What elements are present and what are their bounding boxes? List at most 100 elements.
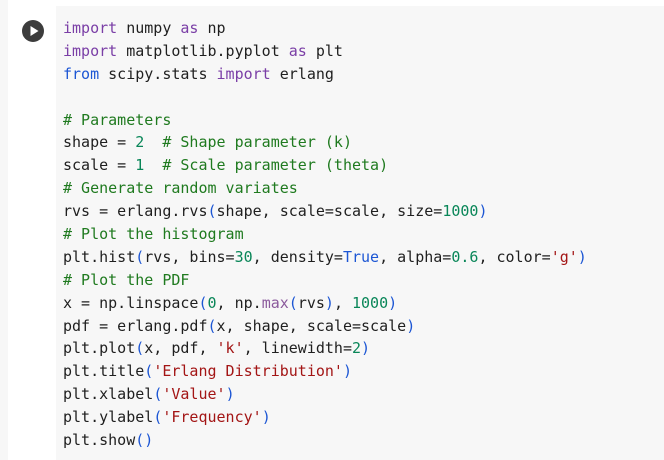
- code-token: from: [63, 64, 100, 83]
- code-line: # Generate random variates: [63, 177, 587, 200]
- code-line: plt.title('Erlang Distribution'): [63, 360, 587, 383]
- code-token: scipy.stats: [99, 64, 217, 83]
- code-token: 'k': [216, 339, 244, 358]
- code-token: rvs, bins=: [144, 247, 235, 266]
- code-token: (: [198, 293, 208, 312]
- code-token: x = np.linspace: [63, 293, 199, 312]
- code-token: (): [135, 431, 154, 450]
- code-token: (: [135, 339, 145, 358]
- code-line: plt.plot(x, pdf, 'k', linewidth=2): [63, 337, 587, 360]
- code-token: as: [180, 19, 199, 37]
- code-token: (: [153, 408, 163, 427]
- code-token: plt.show: [63, 431, 136, 450]
- code-line: plt.show(): [63, 429, 587, 452]
- cell-gutter: [0, 0, 8, 460]
- code-token: plt.hist: [63, 247, 136, 266]
- code-token: 'g': [550, 247, 578, 266]
- code-token: max: [261, 293, 289, 312]
- code-token: plt.title: [63, 362, 145, 381]
- code-token: 2: [352, 339, 362, 358]
- code-editor[interactable]: import numpy as np import matplotlib.pypl…: [63, 17, 587, 452]
- code-token: # Plot the histogram: [63, 225, 244, 244]
- code-token: plt.xlabel: [63, 385, 154, 404]
- code-token: , linewidth=: [243, 339, 352, 358]
- code-token: 'Erlang Distribution': [153, 362, 343, 381]
- code-token: plt.plot: [63, 339, 136, 358]
- code-token: import: [63, 19, 118, 37]
- code-token: 0.6: [451, 247, 479, 266]
- code-line: scale = 1 # Scale parameter (theta): [63, 154, 587, 177]
- code-token: ): [342, 362, 352, 381]
- code-token: 2: [135, 133, 145, 152]
- code-token: matplotlib.pyplot: [117, 41, 289, 60]
- code-token: scale =: [63, 156, 136, 175]
- code-line: # Plot the histogram: [63, 223, 587, 246]
- code-token: plt: [306, 41, 343, 60]
- run-cell-button[interactable]: [22, 20, 44, 42]
- code-token: # Generate random variates: [63, 179, 298, 198]
- code-token: pdf = erlang.pdf: [63, 316, 208, 335]
- code-token: ): [388, 293, 398, 312]
- code-token: 1000: [352, 293, 389, 312]
- code-token: ): [361, 339, 371, 358]
- code-token: ): [478, 202, 488, 221]
- code-token: as: [288, 41, 307, 60]
- code-line: plt.hist(rvs, bins=30, density=True, alp…: [63, 246, 587, 269]
- code-token: ): [225, 385, 235, 404]
- code-token: rvs = erlang.rvs: [63, 202, 208, 221]
- code-token: erlang: [270, 64, 334, 83]
- code-token: import: [63, 41, 118, 60]
- code-token: rvs: [297, 293, 325, 312]
- code-token: x, pdf,: [144, 339, 217, 358]
- code-token: # Shape parameter (k): [162, 133, 352, 152]
- code-token: shape, scale=scale, size=: [216, 202, 443, 221]
- code-token: x, shape, scale=scale: [216, 316, 407, 335]
- play-icon: [22, 20, 44, 42]
- code-token: ): [577, 247, 587, 266]
- code-token: # Plot the PDF: [63, 270, 190, 289]
- code-token: numpy: [117, 19, 181, 37]
- code-token: , np.: [216, 293, 262, 312]
- code-line: # Parameters: [63, 109, 587, 132]
- code-token: shape =: [63, 133, 136, 152]
- code-token: 'Frequency': [162, 408, 262, 427]
- code-token: # Parameters: [63, 110, 172, 129]
- code-token: 1000: [442, 202, 479, 221]
- code-token: ): [324, 293, 334, 312]
- code-token: (: [207, 316, 217, 335]
- code-token: (: [144, 362, 154, 381]
- code-token: , density=: [252, 247, 343, 266]
- code-token: 0: [207, 293, 217, 312]
- code-line: pdf = erlang.pdf(x, shape, scale=scale): [63, 315, 587, 338]
- code-line: # Plot the PDF: [63, 269, 587, 292]
- code-line: x = np.linspace(0, np.max(rvs), 1000): [63, 292, 587, 315]
- code-token: (: [153, 385, 163, 404]
- code-token: ,: [333, 293, 352, 312]
- code-token: True: [342, 247, 380, 266]
- code-cell: import numpy as np import matplotlib.pypl…: [0, 0, 664, 460]
- code-token: (: [288, 293, 298, 312]
- code-token: import: [216, 64, 271, 83]
- code-line: rvs = erlang.rvs(shape, scale=scale, siz…: [63, 200, 587, 223]
- code-token: 30: [234, 247, 253, 266]
- code-token: (: [135, 247, 145, 266]
- code-token: plt.ylabel: [63, 408, 154, 427]
- code-line: plt.xlabel('Value'): [63, 383, 587, 406]
- code-token: np: [198, 19, 226, 37]
- code-token: ): [406, 316, 416, 335]
- code-token: (: [207, 202, 217, 221]
- code-line: shape = 2 # Shape parameter (k): [63, 131, 587, 154]
- code-token: ): [261, 408, 271, 427]
- code-token: , alpha=: [379, 247, 452, 266]
- code-line: from scipy.stats import erlang: [63, 63, 587, 86]
- code-token: , color=: [478, 247, 551, 266]
- code-token: 'Value': [162, 385, 226, 404]
- code-token: 1: [135, 156, 145, 175]
- code-token: # Scale parameter (theta): [162, 156, 389, 175]
- code-line: plt.ylabel('Frequency'): [63, 406, 587, 429]
- code-line: import matplotlib.pyplot as plt: [63, 40, 587, 63]
- code-line: import numpy as np: [63, 17, 587, 40]
